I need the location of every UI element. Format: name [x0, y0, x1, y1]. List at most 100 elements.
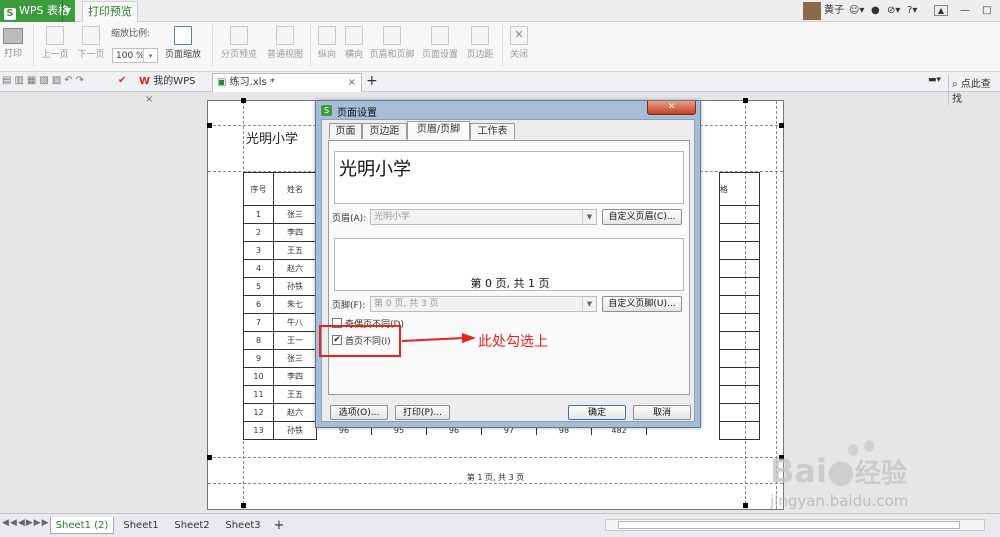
ribbon: 打印 上一页 下一页 缩放比例: 100 % ▾ 页面缩放 分页预览 普通视图 纵… — [0, 22, 1000, 72]
settings-icon[interactable]: ⊘▾ — [887, 2, 905, 20]
student-name: 王五 — [273, 241, 317, 260]
tab-margins[interactable]: 页边距 — [362, 123, 407, 139]
page-up-icon — [46, 26, 64, 45]
header-preview: 光明小学 — [334, 151, 684, 204]
tab-list-icon[interactable]: ▬▾ — [928, 75, 941, 85]
custom-header-button[interactable]: 自定义页眉(C)... — [602, 209, 682, 225]
redo-icon[interactable]: ↷ — [76, 75, 87, 86]
margin-handle[interactable] — [241, 98, 246, 103]
tab-file[interactable]: ▣ 练习.xls * × — [212, 73, 362, 92]
margin-handle[interactable] — [743, 503, 748, 508]
row-number: 7 — [243, 313, 274, 332]
page-break-preview-button[interactable]: 分页预览 — [218, 22, 260, 60]
ok-button[interactable]: 确定 — [568, 405, 626, 420]
user-name[interactable]: 黄子 — [824, 2, 850, 20]
print-button[interactable]: 打印 — [0, 22, 26, 59]
avatar[interactable] — [803, 2, 821, 20]
grade-cell — [719, 385, 760, 404]
sheet-tab[interactable]: Sheet3 — [219, 517, 267, 534]
folder-icon[interactable]: ▤ — [2, 75, 14, 86]
page-setup-button[interactable]: 页面设置 — [418, 22, 462, 60]
tab-page[interactable]: 页面 — [329, 123, 362, 139]
minimize-icon[interactable]: — — [960, 2, 972, 20]
add-sheet-button[interactable]: + — [270, 517, 288, 534]
margin-guide — [208, 457, 783, 458]
header-footer-button[interactable]: 页眉和页脚 — [367, 22, 417, 60]
app-menu-button[interactable]: S WPS 表格 ▼ — [0, 0, 75, 22]
shield-icon[interactable]: ● — [871, 2, 883, 20]
tab-header-footer[interactable]: 页眉/页脚 — [407, 121, 470, 140]
sheet-file-icon: ▣ — [217, 77, 227, 88]
landscape-button[interactable]: 横向 — [340, 22, 368, 60]
portrait-button[interactable]: 纵向 — [313, 22, 341, 60]
page-setup-dialog: S 页面设置 ✕ 页面 页边距 页眉/页脚 工作表 光明小学 页眉(A): 光明… — [315, 100, 701, 428]
normal-view-button[interactable]: 普通视图 — [264, 22, 306, 60]
help-icon: ? — [907, 5, 913, 16]
next-page-button[interactable]: 下一页 — [74, 22, 108, 60]
annotation-text: 此处勾选上 — [478, 334, 548, 350]
grade-cell — [719, 331, 760, 350]
landscape-icon — [345, 26, 363, 45]
student-name: 李四 — [273, 367, 317, 386]
footer-preview: 第 0 页, 共 1 页 — [334, 238, 684, 291]
column-header: 姓名 — [273, 172, 317, 206]
separator — [310, 25, 311, 67]
zoom-label: 缩放比例: — [111, 29, 151, 39]
preview-icon[interactable]: ▨ — [52, 75, 64, 86]
student-name: 朱七 — [273, 295, 317, 314]
baidu-jingyan-watermark: Bai●经验 jingyan.baidu.com — [770, 440, 985, 515]
prev-page-button[interactable]: 上一页 — [38, 22, 72, 60]
grade-cell — [719, 295, 760, 314]
dialog-close-button[interactable]: ✕ — [647, 101, 696, 115]
margin-handle[interactable] — [743, 98, 748, 103]
custom-footer-button[interactable]: 自定义页脚(U)... — [602, 296, 682, 312]
horizontal-scrollbar[interactable] — [605, 519, 985, 531]
margin-handle[interactable] — [207, 123, 212, 128]
sheet-nav-arrows[interactable]: ◀◀◀▶▶▶ — [2, 518, 50, 528]
scroll-thumb[interactable] — [618, 521, 960, 529]
close-icon[interactable]: × — [348, 74, 356, 92]
zoom-select[interactable]: 100 % ▾ — [112, 48, 158, 63]
close-preview-button[interactable]: ✕ 关闭 — [505, 22, 533, 60]
close-icon[interactable]: × — [145, 94, 153, 105]
print-icon[interactable]: ▧ — [39, 75, 51, 86]
page-zoom-button[interactable]: 页面缩放 — [160, 22, 206, 60]
margin-handle[interactable] — [779, 123, 784, 128]
export-icon[interactable]: ▦ — [27, 75, 39, 86]
skin-icon[interactable]: ☺▾ — [849, 2, 869, 20]
page-down-icon — [82, 26, 100, 45]
header-footer-icon — [383, 26, 401, 45]
close-icon: ✕ — [667, 102, 676, 112]
row-number: 3 — [243, 241, 274, 260]
help-button[interactable]: ?▾ — [907, 2, 925, 20]
separator — [502, 25, 503, 67]
cancel-button[interactable]: 取消 — [633, 405, 691, 420]
sheet-tab[interactable]: Sheet1 — [117, 517, 165, 534]
maximize-icon[interactable]: □ — [982, 2, 994, 20]
row-number: 2 — [243, 223, 274, 242]
restore-icon[interactable]: ▲ — [934, 5, 948, 16]
tab-print-preview[interactable]: 打印预览 — [82, 1, 138, 22]
footer-select[interactable]: 第 0 页, 共 3 页 ▼ — [370, 296, 597, 312]
margin-handle[interactable] — [241, 503, 246, 508]
student-name: 牛八 — [273, 313, 317, 332]
sheet-tab[interactable]: Sheet2 — [168, 517, 216, 534]
page-setup-icon — [431, 26, 449, 45]
tab-worksheet[interactable]: 工作表 — [470, 123, 515, 139]
sheet-tab-active[interactable]: Sheet1 (2) — [50, 517, 114, 534]
chevron-down-icon: ▼ — [582, 210, 596, 224]
print-button[interactable]: 打印(P)... — [395, 405, 450, 420]
header-preview-text: 光明小学 — [339, 159, 411, 180]
margin-handle[interactable] — [207, 455, 212, 460]
undo-icon[interactable]: ↶ — [64, 75, 75, 86]
header-select[interactable]: 光明小学 ▼ — [370, 209, 597, 225]
save-icon[interactable]: ▥ — [14, 75, 26, 86]
tab-my-wps[interactable]: W 我的WPS × — [135, 73, 211, 105]
pin-icon[interactable]: ✔ — [118, 75, 126, 86]
search-box[interactable]: ⌕ 点此查找 — [948, 75, 1000, 105]
margins-button[interactable]: 页边距 — [462, 22, 498, 60]
row-number: 1 — [243, 205, 274, 224]
options-button[interactable]: 选项(O)... — [330, 405, 388, 420]
chevron-down-icon: ▼ — [582, 297, 596, 311]
new-tab-button[interactable]: + — [366, 73, 378, 89]
